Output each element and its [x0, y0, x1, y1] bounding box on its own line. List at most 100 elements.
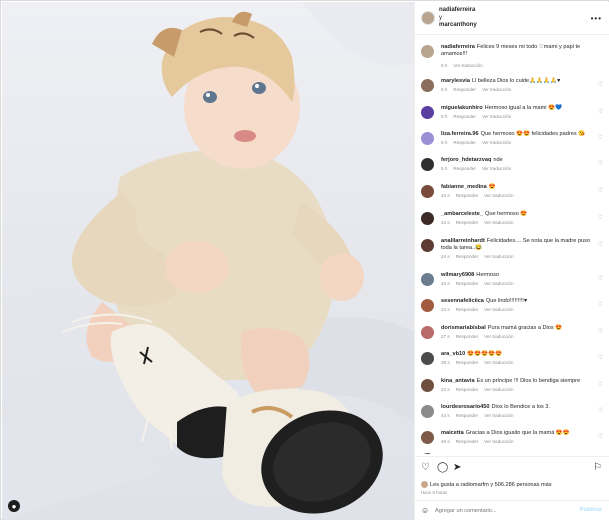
author-username[interactable]: nadiaferreira	[439, 7, 477, 15]
comment-input[interactable]	[435, 505, 575, 517]
translate-link[interactable]: Ver traducción	[484, 413, 513, 418]
translate-link[interactable]: Ver traducción	[484, 360, 513, 365]
comment-username[interactable]: ferjoro_hdetarzvaq	[441, 157, 491, 163]
avatar[interactable]	[421, 431, 434, 444]
author-avatar[interactable]	[421, 11, 435, 25]
translate-link[interactable]: Ver traducción	[484, 220, 513, 225]
heart-icon[interactable]: ♡	[598, 214, 603, 221]
heart-icon[interactable]: ♡	[598, 381, 603, 388]
translate-link[interactable]: Ver traducción	[482, 140, 511, 145]
comment-username[interactable]: _ambarceleste_	[441, 211, 483, 217]
heart-icon[interactable]: ♡	[598, 160, 603, 167]
comment-username[interactable]: lourdesrosario450	[441, 404, 490, 410]
tagged-users-icon[interactable]: ●	[8, 500, 20, 512]
comments-panel: nadiaferreira y marcanthony ••• nadiafer…	[414, 2, 609, 520]
comment-username[interactable]: analilarreinhardt	[441, 238, 485, 244]
baby-photo-illustration	[2, 2, 414, 520]
comment-icon[interactable]: ◯	[437, 463, 448, 473]
avatar[interactable]	[421, 273, 434, 286]
caption-translate[interactable]: Ver traducción	[453, 63, 482, 68]
reply-button[interactable]: Responder	[456, 387, 478, 392]
comment-time: 24 s	[441, 307, 450, 312]
heart-icon[interactable]: ♡	[598, 301, 603, 308]
comment-username[interactable]: marylesvia	[441, 78, 470, 84]
comment-username[interactable]: sesennafeliciica	[441, 298, 484, 304]
reply-button[interactable]: Responder	[456, 439, 478, 444]
bookmark-icon[interactable]: ⚐	[593, 463, 602, 473]
reply-button[interactable]: Responder	[453, 140, 475, 145]
author-names: nadiaferreira y marcanthony	[439, 7, 477, 30]
reply-button[interactable]: Responder	[453, 87, 475, 92]
reply-button[interactable]: Responder	[456, 220, 478, 225]
comment-text: Pura mamá gracias a Dios 😍	[487, 325, 563, 331]
translate-link[interactable]: Ver traducción	[484, 387, 513, 392]
comment-username[interactable]: fabianne_medina	[441, 184, 487, 190]
translate-link[interactable]: Ver traducción	[482, 87, 511, 92]
comment-time: 42 s	[441, 387, 450, 392]
reply-button[interactable]: Responder	[456, 281, 478, 286]
avatar[interactable]	[421, 45, 434, 58]
heart-icon[interactable]: ♡	[598, 108, 603, 115]
heart-icon[interactable]: ♡	[598, 134, 603, 141]
heart-icon[interactable]: ♡	[598, 354, 603, 361]
comment-username[interactable]: liza.ferreira.96	[441, 131, 479, 137]
translate-link[interactable]: Ver traducción	[484, 193, 513, 198]
post-header: nadiaferreira y marcanthony •••	[415, 2, 609, 35]
translate-link[interactable]: Ver traducción	[484, 281, 513, 286]
translate-link[interactable]: Ver traducción	[484, 254, 513, 259]
reply-button[interactable]: Responder	[456, 413, 478, 418]
reply-button[interactable]: Responder	[456, 360, 478, 365]
avatar[interactable]	[421, 239, 434, 252]
caption-username[interactable]: nadiaferreira	[441, 44, 475, 50]
avatar[interactable]	[421, 106, 434, 119]
coauthor-username[interactable]: marcanthony	[439, 22, 477, 30]
avatar[interactable]	[421, 132, 434, 145]
avatar[interactable]	[421, 453, 434, 454]
comments-list[interactable]: nadiaferreira Felices 9 meses mi todo ♡ma…	[415, 36, 609, 454]
publish-button[interactable]: Publicar	[580, 507, 602, 513]
comment-username[interactable]: maicetta	[441, 430, 464, 436]
avatar[interactable]	[421, 352, 434, 365]
ellipsis-icon[interactable]: •••	[591, 14, 602, 23]
translate-link[interactable]: Ver traducción	[482, 114, 511, 119]
avatar[interactable]	[421, 379, 434, 392]
heart-icon[interactable]: ♡	[598, 433, 603, 440]
comment-username[interactable]: ara_vb10	[441, 351, 465, 357]
comment-time: 24 s	[441, 220, 450, 225]
avatar[interactable]	[421, 326, 434, 339]
post-photo[interactable]: ●	[2, 2, 414, 520]
reply-button[interactable]: Responder	[456, 307, 478, 312]
comment-text: 😍😍😍😍😍	[467, 351, 503, 357]
comment-username[interactable]: wilmary6908	[441, 272, 474, 278]
reply-button[interactable]: Responder	[453, 114, 475, 119]
comment-username[interactable]: kina_antavia	[441, 378, 475, 384]
comment-composer: ☺ Publicar	[415, 500, 609, 520]
avatar[interactable]	[421, 299, 434, 312]
avatar[interactable]	[421, 212, 434, 225]
heart-icon[interactable]: ♡	[421, 463, 430, 473]
translate-link[interactable]: Ver traducción	[484, 334, 513, 339]
reply-button[interactable]: Responder	[456, 334, 478, 339]
avatar[interactable]	[421, 405, 434, 418]
translate-link[interactable]: Ver traducción	[484, 439, 513, 444]
heart-icon[interactable]: ♡	[598, 241, 603, 248]
avatar[interactable]	[421, 158, 434, 171]
avatar[interactable]	[421, 185, 434, 198]
translate-link[interactable]: Ver traducción	[482, 166, 511, 171]
send-icon[interactable]: ➤	[453, 463, 461, 473]
reply-button[interactable]: Responder	[453, 166, 475, 171]
post-date: Hace 5 horas	[421, 490, 448, 495]
comment-username[interactable]: miguelakunhiro	[441, 105, 483, 111]
heart-icon[interactable]: ♡	[598, 81, 603, 88]
reply-button[interactable]: Responder	[456, 193, 478, 198]
avatar[interactable]	[421, 79, 434, 92]
heart-icon[interactable]: ♡	[598, 328, 603, 335]
reply-button[interactable]: Responder	[456, 254, 478, 259]
heart-icon[interactable]: ♡	[598, 187, 603, 194]
heart-icon[interactable]: ♡	[598, 407, 603, 414]
likes-summary[interactable]: Les gusta a radiomarfm y 506.286 persona…	[421, 481, 552, 488]
translate-link[interactable]: Ver traducción	[484, 307, 513, 312]
heart-icon[interactable]: ♡	[598, 275, 603, 282]
comment-username[interactable]: dorismariabisbal	[441, 325, 486, 331]
smiley-icon[interactable]: ☺	[421, 506, 429, 515]
